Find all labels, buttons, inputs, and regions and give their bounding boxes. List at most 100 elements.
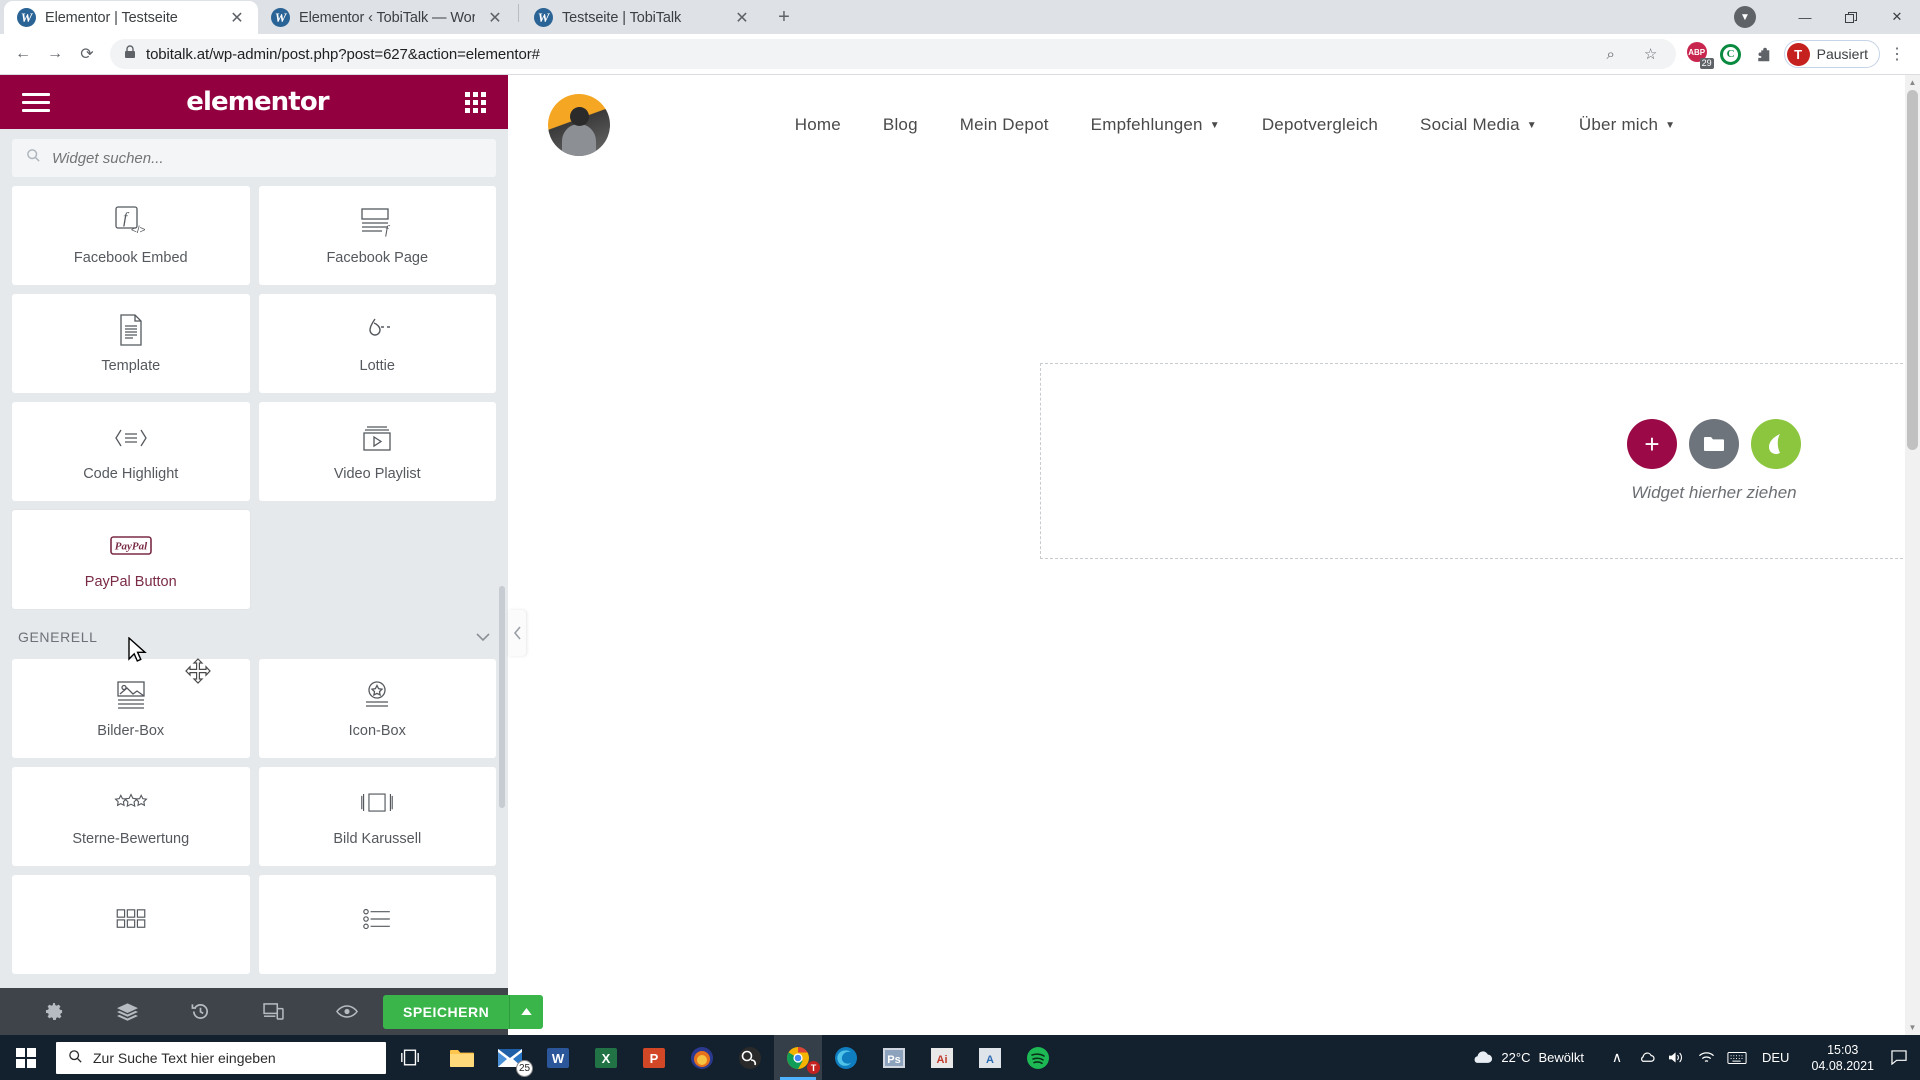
weather-temp: 22°C xyxy=(1501,1050,1530,1065)
widget-card-basic-gallery[interactable] xyxy=(12,875,250,974)
nav-item-empfehlungen[interactable]: Empfehlungen ▼ xyxy=(1091,115,1220,135)
forward-icon[interactable]: → xyxy=(40,39,70,69)
widget-card-video-playlist[interactable]: Video Playlist xyxy=(259,402,497,501)
svg-text:P: P xyxy=(650,1051,659,1066)
template-library-button[interactable] xyxy=(1689,419,1739,469)
keyboard-icon[interactable] xyxy=(1722,1035,1752,1080)
widget-card-template[interactable]: Template xyxy=(12,294,250,393)
windows-start-icon[interactable] xyxy=(0,1035,52,1080)
code-highlight-icon xyxy=(114,421,148,455)
bookmark-star-icon[interactable]: ☆ xyxy=(1636,39,1666,69)
minimize-button[interactable]: — xyxy=(1782,0,1828,34)
obs-icon[interactable] xyxy=(726,1035,774,1080)
reload-icon[interactable]: ⟳ xyxy=(72,39,102,69)
volume-icon[interactable] xyxy=(1662,1035,1692,1080)
scroll-up-arrow-icon[interactable]: ▲ xyxy=(1905,75,1920,90)
responsive-mode-icon[interactable] xyxy=(237,1003,310,1020)
new-tab-button[interactable]: + xyxy=(769,2,799,32)
chrome-icon[interactable]: T xyxy=(774,1035,822,1080)
scroll-down-arrow-icon[interactable]: ▼ xyxy=(1905,1020,1920,1035)
clock[interactable]: 15:03 04.08.2021 xyxy=(1799,1042,1886,1074)
widget-card-paypal-button[interactable]: PayPal PayPal Button xyxy=(12,510,250,609)
widget-card-bild-karussell[interactable]: Bild Karussell xyxy=(259,767,497,866)
task-view-icon[interactable] xyxy=(386,1049,434,1066)
network-icon[interactable] xyxy=(1692,1035,1722,1080)
nav-item-home[interactable]: Home xyxy=(795,115,841,135)
settings-icon[interactable] xyxy=(18,1002,91,1021)
chrome-menu-icon[interactable]: ⋮ xyxy=(1882,39,1912,69)
widget-card-facebook-embed[interactable]: f </> Facebook Embed xyxy=(12,186,250,285)
preview-scrollbar[interactable]: ▲ ▼ xyxy=(1905,75,1920,1035)
nav-item-ueber-mich[interactable]: Über mich ▼ xyxy=(1579,115,1675,135)
tab-close-icon[interactable]: ✕ xyxy=(731,7,753,29)
back-icon[interactable]: ← xyxy=(8,39,38,69)
tray-chevron-up-icon[interactable]: ∧ xyxy=(1602,1035,1632,1080)
spotify-icon[interactable] xyxy=(1014,1035,1062,1080)
widget-search-box[interactable] xyxy=(12,139,496,177)
envato-elements-button[interactable] xyxy=(1751,419,1801,469)
maximize-button[interactable] xyxy=(1828,0,1874,34)
firefox-icon[interactable] xyxy=(678,1035,726,1080)
download-icon[interactable]: ▼ xyxy=(1722,0,1768,34)
mail-icon[interactable]: 25 xyxy=(486,1035,534,1080)
chrome-profile-badge: T xyxy=(807,1061,820,1074)
puzzle-icon[interactable] xyxy=(1748,39,1778,69)
weather-widget[interactable]: 22°C Bewölkt xyxy=(1471,1048,1584,1067)
widget-card-sterne-bewertung[interactable]: Sterne-Bewertung xyxy=(12,767,250,866)
photoshop-icon[interactable]: Ps xyxy=(870,1035,918,1080)
adblock-extension-icon[interactable]: ABP 29 xyxy=(1684,39,1714,69)
elementor-panel-header: elementor xyxy=(0,75,508,129)
language-indicator[interactable]: DEU xyxy=(1752,1050,1799,1065)
nav-item-social-media[interactable]: Social Media ▼ xyxy=(1420,115,1537,135)
hamburger-icon[interactable] xyxy=(22,93,50,112)
taskbar-search[interactable]: Zur Suche Text hier eingeben xyxy=(56,1042,386,1074)
widget-card-facebook-page[interactable]: f Facebook Page xyxy=(259,186,497,285)
chevron-down-icon[interactable] xyxy=(476,630,490,645)
nav-item-blog[interactable]: Blog xyxy=(883,115,918,135)
excel-icon[interactable]: X xyxy=(582,1035,630,1080)
zoom-icon[interactable]: ⌕ xyxy=(1596,39,1626,69)
affinity-icon[interactable]: A xyxy=(966,1035,1014,1080)
widget-card-bilder-box[interactable]: Bilder-Box xyxy=(12,659,250,758)
nav-item-mein-depot[interactable]: Mein Depot xyxy=(960,115,1049,135)
panel-collapse-button[interactable] xyxy=(508,610,526,656)
widgets-grid-icon[interactable] xyxy=(465,92,486,113)
navigator-icon[interactable] xyxy=(91,1003,164,1021)
notification-icon[interactable] xyxy=(1886,1050,1912,1065)
widget-card-icon-list[interactable] xyxy=(259,875,497,974)
history-icon[interactable] xyxy=(164,1002,237,1021)
widget-card-code-highlight[interactable]: Code Highlight xyxy=(12,402,250,501)
widget-section-generell[interactable]: GENERELL xyxy=(12,609,496,659)
illustrator-icon[interactable]: Ai xyxy=(918,1035,966,1080)
close-button[interactable]: ✕ xyxy=(1874,0,1920,34)
browser-tab[interactable]: W Testseite | TobiTalk ✕ xyxy=(521,1,763,34)
tab-close-icon[interactable]: ✕ xyxy=(484,7,506,29)
widget-card-lottie[interactable]: Lottie xyxy=(259,294,497,393)
widget-card-icon-box[interactable]: Icon-Box xyxy=(259,659,497,758)
widget-grid-generell: Bilder-Box Icon-Box xyxy=(12,659,496,974)
file-explorer-icon[interactable] xyxy=(438,1035,486,1080)
panel-scrollbar[interactable] xyxy=(499,586,505,808)
widget-label: Lottie xyxy=(360,358,395,374)
address-bar[interactable]: tobitalk.at/wp-admin/post.php?post=627&a… xyxy=(110,39,1676,69)
profile-button[interactable]: T Pausiert xyxy=(1784,40,1880,68)
word-icon[interactable]: W xyxy=(534,1035,582,1080)
onedrive-icon[interactable] xyxy=(1632,1035,1662,1080)
browser-tab[interactable]: W Elementor ‹ TobiTalk — WordPre ✕ xyxy=(258,1,516,34)
browser-tab[interactable]: W Elementor | Testseite ✕ xyxy=(4,1,258,34)
ghostery-extension-icon[interactable]: C xyxy=(1716,39,1746,69)
save-button-group: SPEICHERN xyxy=(383,995,543,1029)
scrollbar-thumb[interactable] xyxy=(1907,90,1918,450)
search-input[interactable] xyxy=(52,150,482,167)
tab-close-icon[interactable]: ✕ xyxy=(226,7,248,29)
nav-item-depotvergleich[interactable]: Depotvergleich xyxy=(1262,115,1378,135)
save-button[interactable]: SPEICHERN xyxy=(383,995,509,1029)
preview-icon[interactable] xyxy=(310,1004,383,1019)
powerpoint-icon[interactable]: P xyxy=(630,1035,678,1080)
nav-label: Empfehlungen xyxy=(1091,115,1203,135)
save-options-caret-icon[interactable] xyxy=(509,995,543,1029)
add-section-button[interactable]: + xyxy=(1627,419,1677,469)
widget-dropzone[interactable]: + Widget hierher ziehen xyxy=(1040,363,1920,559)
nav-label: Mein Depot xyxy=(960,115,1049,135)
edge-icon[interactable] xyxy=(822,1035,870,1080)
